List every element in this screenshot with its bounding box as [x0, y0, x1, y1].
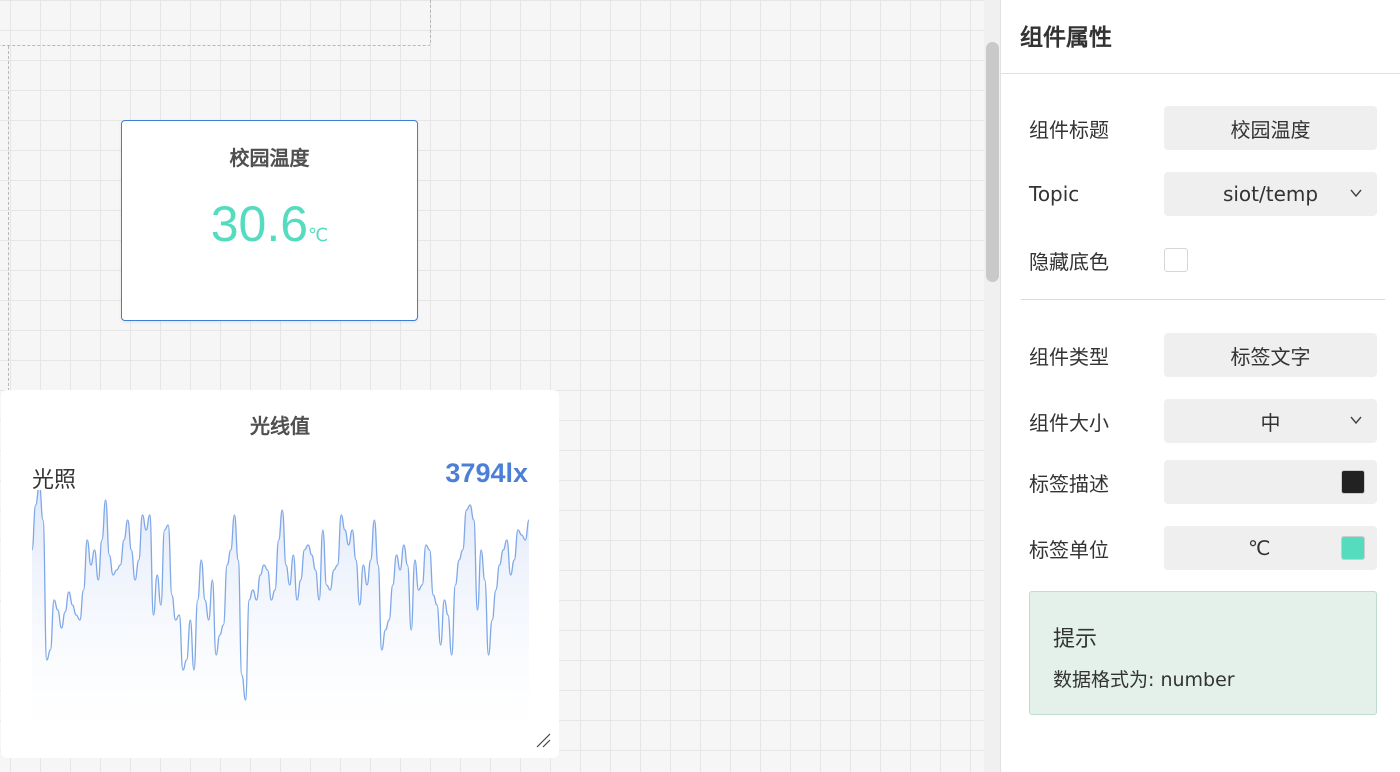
temperature-widget-title: 校园温度	[229, 146, 310, 170]
temperature-readout: 30.6℃	[122, 195, 417, 253]
prop-row-topic: Topic siot/temp	[1029, 172, 1377, 216]
properties-panel: 组件属性 组件标题 校园温度 Topic siot/temp 隐藏底色 组件类型…	[1000, 0, 1400, 772]
panel-divider	[1021, 299, 1385, 300]
tip-text: 数据格式为: number	[1053, 669, 1235, 691]
alignment-guide-line	[8, 46, 9, 391]
prop-row-unit: 标签单位 ℃	[1029, 526, 1377, 570]
tip-title: 提示	[1053, 627, 1098, 652]
hide-bg-checkbox[interactable]	[1164, 248, 1188, 272]
type-display[interactable]: 标签文字	[1164, 333, 1377, 377]
prop-label-title: 组件标题	[1029, 117, 1109, 142]
canvas-scrollbar-thumb[interactable]	[986, 42, 999, 282]
light-widget[interactable]: 光线值 光照 3794lx	[1, 390, 559, 758]
unit-field[interactable]: ℃	[1164, 526, 1377, 570]
prop-label-hide-bg: 隐藏底色	[1029, 249, 1109, 274]
chevron-down-icon	[1350, 416, 1362, 425]
prop-label-size: 组件大小	[1029, 410, 1109, 435]
prop-label-unit: 标签单位	[1029, 537, 1109, 562]
unit-color-swatch[interactable]	[1341, 536, 1365, 560]
light-value: 3794lx	[445, 458, 528, 488]
resize-handle-icon[interactable]	[535, 732, 551, 748]
prop-label-desc: 标签描述	[1029, 471, 1109, 496]
selection-region-outline	[0, 0, 431, 46]
panel-header: 组件属性	[1001, 0, 1400, 74]
unit-value[interactable]: ℃	[1248, 536, 1270, 560]
temperature-unit: ℃	[308, 225, 329, 246]
prop-label-topic: Topic	[1029, 182, 1080, 206]
topic-select-value: siot/temp	[1222, 182, 1319, 206]
dashboard-canvas[interactable]: 校园温度 30.6℃ 光线值 光照 3794lx	[0, 0, 1000, 772]
panel-title: 组件属性	[1020, 24, 1112, 51]
size-select-value: 中	[1260, 410, 1281, 435]
prop-row-hide-bg: 隐藏底色	[1029, 238, 1377, 282]
size-select[interactable]: 中	[1164, 399, 1377, 443]
desc-color-field[interactable]	[1164, 460, 1377, 504]
desc-color-swatch[interactable]	[1341, 470, 1365, 494]
topic-select[interactable]: siot/temp	[1164, 172, 1377, 216]
prop-row-desc: 标签描述	[1029, 460, 1377, 504]
prop-row-title: 组件标题 校园温度	[1029, 106, 1377, 150]
light-widget-title: 光线值	[250, 414, 310, 438]
prop-row-size: 组件大小 中	[1029, 399, 1377, 443]
tip-box: 提示 数据格式为: number	[1029, 591, 1377, 715]
temperature-widget[interactable]: 校园温度 30.6℃	[121, 120, 418, 321]
light-line-chart	[32, 490, 529, 730]
chevron-down-icon	[1350, 189, 1362, 198]
temperature-value: 30.6	[210, 196, 309, 252]
title-input[interactable]: 校园温度	[1164, 106, 1377, 150]
prop-row-type: 组件类型 标签文字	[1029, 333, 1377, 377]
prop-label-type: 组件类型	[1029, 344, 1109, 369]
